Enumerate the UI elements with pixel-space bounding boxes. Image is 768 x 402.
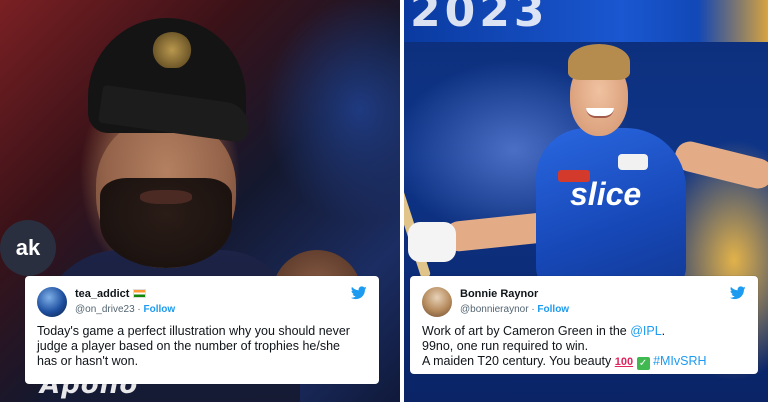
right-tweet-line-1-end: . xyxy=(661,324,666,338)
left-tweet-text: Today's game a perfect illustration why … xyxy=(37,324,367,369)
right-tweet-avatar[interactable] xyxy=(422,287,452,317)
banner-year: 2023 xyxy=(410,0,549,37)
twitter-bird-icon[interactable] xyxy=(351,286,367,300)
left-tweet-card[interactable]: tea_addict @on_drive23 · Follow Today's … xyxy=(25,276,379,384)
left-player-mouth xyxy=(140,190,192,204)
right-tweet-line-1: Work of art by Cameron Green in the @IPL… xyxy=(422,324,746,339)
left-tweet-line-3: has or hasn't won. xyxy=(37,354,139,368)
right-player-hair xyxy=(568,44,630,80)
banner-gold-accent xyxy=(698,0,768,42)
right-tweet-header: Bonnie Raynor @bonnieraynor · Follow xyxy=(422,286,746,324)
check-mark-icon: ✓ xyxy=(636,357,650,370)
mivsrh-hashtag-link[interactable]: #MIvSRH xyxy=(653,354,706,368)
left-tweet-header: tea_addict @on_drive23 · Follow xyxy=(37,286,367,324)
india-flag-icon xyxy=(133,289,147,298)
left-tweet-avatar[interactable] xyxy=(37,287,67,317)
left-tweet-handle[interactable]: @on_drive23 xyxy=(75,304,135,315)
left-tweet-display-name[interactable]: tea_addict xyxy=(75,288,129,300)
right-tweet-line-3: A maiden T20 century. You beauty 100 ✓ #… xyxy=(422,354,746,370)
left-mic-flag: ak xyxy=(0,220,56,276)
ipl-mention-link[interactable]: @IPL xyxy=(630,324,661,338)
batting-glove xyxy=(408,222,456,262)
right-tweet-follow-button[interactable]: Follow xyxy=(537,304,569,315)
hundred-points-icon: 100 xyxy=(614,356,634,368)
right-tweet-line-3-text: A maiden T20 century. You beauty xyxy=(422,354,615,368)
right-tweet-text: Work of art by Cameron Green in the @IPL… xyxy=(422,324,746,370)
left-tweet-line-1: Today's game a perfect illustration why … xyxy=(37,324,350,338)
right-tweet-handle-row: @bonnieraynor · Follow xyxy=(460,304,569,315)
stadium-banner: 2023 xyxy=(404,0,768,42)
right-tweet-handle[interactable]: @bonnieraynor xyxy=(460,304,529,315)
right-tweet-line-1-text: Work of art by Cameron Green in the xyxy=(422,324,631,338)
left-tweet-display-name-row[interactable]: tea_addict xyxy=(75,288,147,300)
team-badge-icon xyxy=(618,154,648,170)
left-tweet-line-2: judge a player based on the number of tr… xyxy=(37,339,340,353)
right-tweet-line-2: 99no, one run required to win. xyxy=(422,339,589,353)
left-tweet-handle-row: @on_drive23 · Follow xyxy=(75,304,175,315)
cap-logo-icon xyxy=(152,32,192,68)
left-tweet-follow-button[interactable]: Follow xyxy=(144,304,176,315)
twitter-bird-icon[interactable] xyxy=(730,286,746,300)
right-jersey-sponsor: slice xyxy=(570,176,642,212)
right-tweet-card[interactable]: Bonnie Raynor @bonnieraynor · Follow Wor… xyxy=(410,276,758,374)
left-photo-panel: ak Apollo tea_addict @on_drive23 · Follo… xyxy=(0,0,400,402)
right-tweet-display-name[interactable]: Bonnie Raynor xyxy=(460,288,538,300)
